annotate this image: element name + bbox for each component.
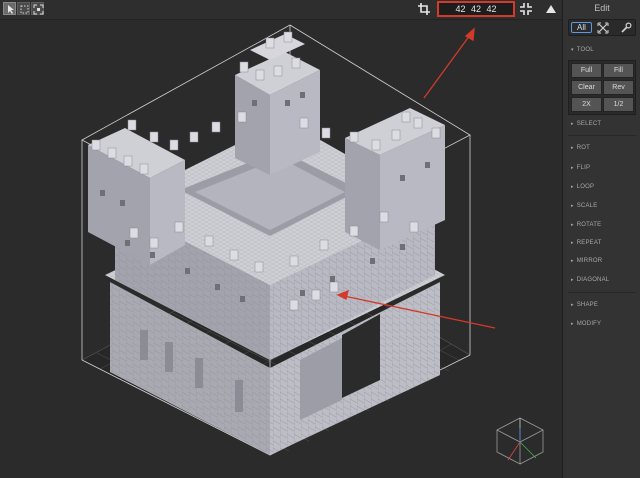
orientation-cube-icon[interactable] [496,417,544,465]
clear-button[interactable]: Clear [571,80,602,95]
panel-tabs: All [568,19,636,36]
box-select-tool-button[interactable] [17,2,30,15]
collapse-arrow-icon: ▾ [571,47,574,53]
expand-arrow-icon: ▸ [571,121,574,127]
tool-section-header[interactable]: ▾ TOOL [571,47,594,53]
wrench-icon[interactable] [620,22,632,34]
section-repeat[interactable]: ▸ REPEAT [571,240,601,246]
section-modify[interactable]: ▸ MODIFY [571,321,601,327]
section-rotate[interactable]: ▸ ROTATE [571,222,601,228]
tab-all[interactable]: All [571,22,592,33]
expand-arrow-icon: ▸ [571,258,574,264]
section-diagonal[interactable]: ▸ DIAGONAL [571,277,609,283]
top-toolbar: 42 42 42 [0,0,562,20]
expand-arrow-icon: ▸ [571,145,574,151]
tool-button-grid: Full Fill Clear Rev 2X 1/2 [568,60,636,115]
section-scale[interactable]: ▸ SCALE [571,203,597,209]
expand-arrow-icon: ▸ [571,240,574,246]
section-rot[interactable]: ▸ ROT [571,145,590,151]
transform-icon[interactable] [597,22,609,34]
expand-arrow-icon: ▸ [571,321,574,327]
fill-button[interactable]: Fill [603,63,634,78]
expand-arrow-icon: ▸ [571,222,574,228]
double-size-button[interactable]: 2X [571,97,602,112]
center-select-icon [33,4,44,15]
expand-arrow-icon: ▸ [571,203,574,209]
panel-title: Edit [594,3,610,13]
castle-model [88,31,445,455]
expand-arrow-icon: ▸ [571,302,574,308]
edit-panel: Edit All ▾ TOOL Full Fill Clear Rev 2X 1/… [562,0,640,478]
section-select[interactable]: ▸ SELECT [571,121,601,127]
expand-arrow-icon: ▸ [571,165,574,171]
section-loop[interactable]: ▸ LOOP [571,184,594,190]
center-select-tool-button[interactable] [31,2,44,15]
dimensions-field[interactable]: 42 42 42 [437,1,515,17]
dimensions-value: 42 42 42 [455,4,497,14]
section-mirror[interactable]: ▸ MIRROR [571,258,602,264]
expand-arrow-icon: ▸ [571,277,574,283]
section-flip[interactable]: ▸ FLIP [571,165,590,171]
voxel-scene [81,24,544,465]
divider [568,292,636,293]
pointer-icon [8,5,14,14]
triangle-up-icon[interactable] [545,3,557,15]
box-select-icon [20,5,29,14]
divider [568,135,636,136]
crop-icon[interactable] [417,2,431,16]
expand-arrow-icon: ▸ [571,184,574,190]
select-tool-button[interactable] [3,2,16,15]
fit-to-view-icon[interactable] [519,2,533,16]
full-button[interactable]: Full [571,63,602,78]
section-shape[interactable]: ▸ SHAPE [571,302,598,308]
voxel-viewport[interactable] [0,20,562,478]
half-size-button[interactable]: 1/2 [603,97,634,112]
rev-button[interactable]: Rev [603,80,634,95]
